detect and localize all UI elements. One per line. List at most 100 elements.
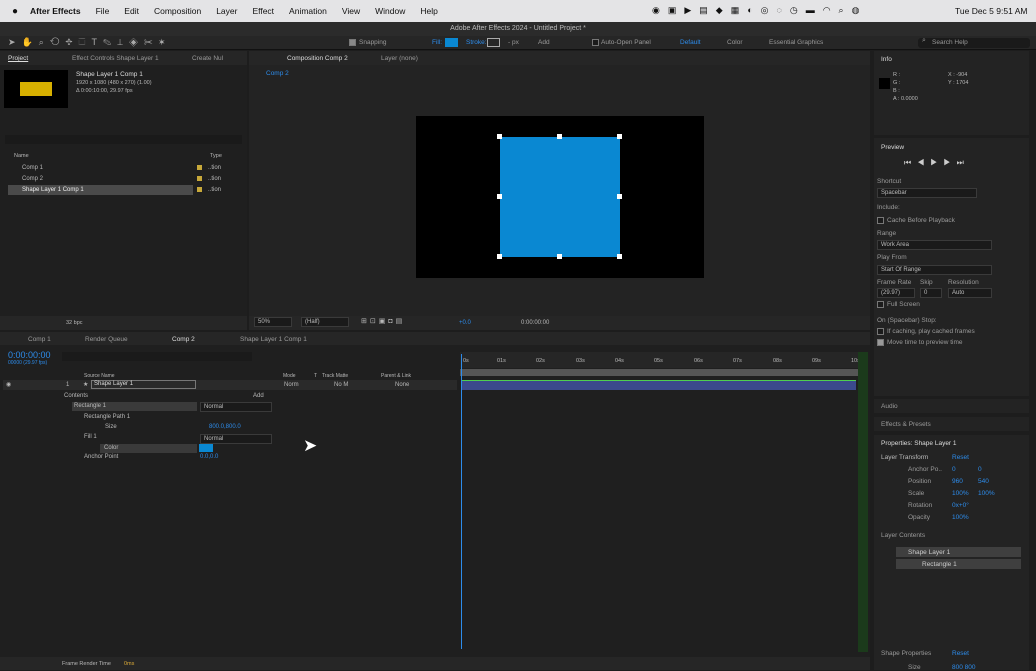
- color-row[interactable]: Color: [100, 444, 197, 453]
- timeline-search[interactable]: [62, 352, 252, 361]
- snapping-checkbox[interactable]: [349, 39, 356, 46]
- menu-layer[interactable]: Layer: [216, 6, 237, 16]
- handle[interactable]: [617, 254, 622, 259]
- tab-shape-comp[interactable]: Shape Layer 1 Comp 1: [240, 336, 307, 343]
- tab-composition[interactable]: Composition Comp 2: [287, 55, 348, 62]
- prop-value[interactable]: 960: [952, 478, 963, 485]
- fill-color-swatch[interactable]: [199, 444, 213, 452]
- prop-value[interactable]: 100%: [952, 490, 969, 497]
- fill-swatch[interactable]: [445, 38, 458, 47]
- resolution-dropdown[interactable]: (Half): [301, 317, 349, 327]
- handle[interactable]: [557, 134, 562, 139]
- range-dropdown[interactable]: Work Area: [877, 240, 992, 250]
- comp-breadcrumb[interactable]: Comp 2: [266, 70, 289, 77]
- layer-bar[interactable]: [461, 380, 856, 390]
- apple-icon[interactable]: ●: [12, 6, 18, 17]
- clock[interactable]: Tue Dec 5 9:51 AM: [955, 6, 1027, 16]
- playback-controls[interactable]: ⏮◀▶▶⏭: [904, 158, 970, 168]
- add-label[interactable]: Add: [253, 393, 264, 399]
- handle[interactable]: [617, 194, 622, 199]
- project-search[interactable]: [5, 135, 242, 144]
- handle[interactable]: [497, 134, 502, 139]
- app-menu[interactable]: After Effects: [30, 6, 81, 16]
- layer-parent[interactable]: None: [395, 382, 409, 388]
- framerate-dropdown[interactable]: (29.97): [877, 288, 915, 298]
- cache-checkbox[interactable]: [877, 217, 884, 224]
- contents-label[interactable]: Contents: [64, 393, 88, 399]
- playhead[interactable]: [461, 354, 462, 649]
- tab-render-queue[interactable]: Render Queue: [85, 336, 128, 343]
- workspace-essential-graphics[interactable]: Essential Graphics: [769, 39, 823, 46]
- move-time-checkbox[interactable]: [877, 339, 884, 346]
- viewer-icons[interactable]: ⊞⊡▣◘▤: [361, 317, 405, 325]
- menu-edit[interactable]: Edit: [124, 6, 139, 16]
- prop-value[interactable]: 0x+0°: [952, 502, 969, 509]
- rect-row[interactable]: Rectangle 1: [72, 402, 197, 411]
- workspace-default[interactable]: Default: [680, 39, 701, 46]
- rect-path-label[interactable]: Rectangle Path 1: [84, 414, 130, 420]
- list-item[interactable]: Shape Layer 1 Comp 1: [8, 185, 193, 195]
- col-name[interactable]: Name: [14, 153, 29, 159]
- layer-mode[interactable]: Norm: [284, 382, 299, 388]
- comp-time[interactable]: 0:00:00:00: [521, 320, 549, 326]
- status-icons[interactable]: ◉▣▶▤◆▦◐◎◌◷▬◠⌕◍: [652, 5, 867, 16]
- blue-square[interactable]: [500, 137, 620, 257]
- rect-mode-dropdown[interactable]: Normal: [200, 402, 272, 412]
- resolution-dropdown[interactable]: Auto: [948, 288, 992, 298]
- fill-mode-dropdown[interactable]: Normal: [200, 434, 272, 444]
- col-type[interactable]: Type: [210, 153, 222, 159]
- fullscreen-checkbox[interactable]: [877, 301, 884, 308]
- playfrom-dropdown[interactable]: Start Of Range: [877, 265, 992, 275]
- handle[interactable]: [617, 134, 622, 139]
- menu-window[interactable]: Window: [375, 6, 405, 16]
- tab-comp2[interactable]: Comp 2: [172, 336, 195, 343]
- list-item[interactable]: Comp 1 ..tion: [8, 163, 238, 173]
- tools-icons[interactable]: ➤✋⌕⟲✥⬚T✎⊥◈✂✶: [8, 37, 171, 48]
- auto-open-checkbox[interactable]: [592, 39, 599, 46]
- tab-project[interactable]: Project: [8, 55, 28, 62]
- prop-value[interactable]: 100%: [952, 514, 969, 521]
- comp-viewer[interactable]: [416, 116, 704, 278]
- menu-effect[interactable]: Effect: [252, 6, 274, 16]
- add-button[interactable]: Add: [538, 39, 550, 46]
- layer-matte[interactable]: No M: [334, 382, 348, 388]
- skip-dropdown[interactable]: 0: [920, 288, 942, 298]
- timecode[interactable]: 0:00:00:00: [8, 350, 51, 360]
- layer-row[interactable]: ◉ 1 ★ Shape Layer 1 Norm No M None: [3, 380, 457, 390]
- menu-composition[interactable]: Composition: [154, 6, 201, 16]
- stroke-width[interactable]: - px: [508, 39, 519, 46]
- handle[interactable]: [557, 254, 562, 259]
- exposure-value[interactable]: +0.0: [459, 320, 471, 326]
- if-caching-checkbox[interactable]: [877, 328, 884, 335]
- contents-row-shape[interactable]: Shape Layer 1: [896, 547, 1021, 557]
- menu-file[interactable]: File: [96, 6, 110, 16]
- tab-effect-controls[interactable]: Effect Controls Shape Layer 1: [72, 55, 159, 62]
- visibility-icon[interactable]: ◉: [6, 381, 11, 388]
- layer-name[interactable]: Shape Layer 1: [91, 380, 196, 389]
- prop-value[interactable]: 100%: [978, 490, 995, 497]
- zoom-dropdown[interactable]: 50%: [254, 317, 292, 327]
- prop-value[interactable]: 0: [978, 466, 982, 473]
- size-value[interactable]: 800.0,800.0: [209, 424, 241, 430]
- fill-label[interactable]: Fill 1: [84, 434, 97, 440]
- tab-create-null[interactable]: Create Nul: [192, 55, 223, 62]
- stroke-swatch[interactable]: [487, 38, 500, 47]
- handle[interactable]: [497, 194, 502, 199]
- work-area-bar[interactable]: [460, 369, 860, 376]
- menu-help[interactable]: Help: [420, 6, 437, 16]
- shape-reset-button[interactable]: Reset: [952, 650, 969, 657]
- handle[interactable]: [497, 254, 502, 259]
- list-item[interactable]: Comp 2 ..tion: [8, 174, 238, 184]
- menu-animation[interactable]: Animation: [289, 6, 327, 16]
- reset-button[interactable]: Reset: [952, 454, 969, 461]
- bpc-label[interactable]: 32 bpc: [66, 320, 83, 326]
- menu-view[interactable]: View: [342, 6, 360, 16]
- tab-layer[interactable]: Layer (none): [381, 55, 418, 62]
- audio-title[interactable]: Audio: [881, 403, 898, 410]
- workspace-color[interactable]: Color: [727, 39, 743, 46]
- effects-title[interactable]: Effects & Presets: [881, 421, 931, 428]
- prop-value[interactable]: 0: [952, 466, 956, 473]
- shortcut-dropdown[interactable]: Spacebar: [877, 188, 977, 198]
- anchor-value[interactable]: 0.0,0.0: [200, 454, 218, 460]
- prop-value[interactable]: 540: [978, 478, 989, 485]
